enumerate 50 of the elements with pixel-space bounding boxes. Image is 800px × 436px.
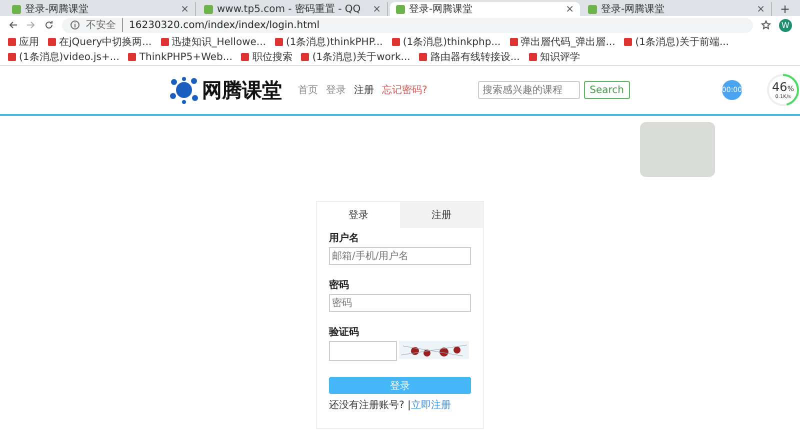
browser-tab[interactable]: 登录-网腾课堂 ×	[582, 2, 772, 16]
security-label: 不安全	[86, 18, 123, 32]
nav-link[interactable]: 登录	[326, 83, 346, 97]
bookmark[interactable]: 迅捷知识_Hellowe...	[160, 35, 266, 49]
browser-tab[interactable]: www.tp5.com - 密码重置 - QQ ×	[198, 2, 388, 16]
site-icon	[396, 4, 405, 14]
star-icon[interactable]	[761, 20, 771, 30]
nav-link[interactable]: 注册	[354, 83, 374, 97]
close-icon[interactable]: ×	[566, 4, 574, 14]
input-field[interactable]: 密码	[329, 294, 471, 312]
reload-icon[interactable]	[44, 20, 54, 30]
bookmark[interactable]: 知识评学	[528, 50, 580, 64]
bookmark[interactable]: 应用	[8, 35, 39, 49]
bookmark[interactable]: (1条消息)video.js+...	[8, 50, 120, 64]
close-icon[interactable]: ×	[180, 4, 189, 14]
site-logo: 网腾课堂	[202, 76, 282, 104]
site-icon	[204, 4, 213, 14]
bookmark[interactable]: 弹出層代码_弹出層...	[510, 35, 616, 49]
profile-avatar[interactable]: W	[779, 18, 792, 32]
close-icon[interactable]: ×	[756, 4, 765, 14]
bookmark[interactable]: (1条消息)thinkphp...	[392, 35, 501, 49]
browser-tab[interactable]: 登录-网腾课堂 ×	[390, 2, 580, 16]
field-label: 用户名	[329, 231, 360, 245]
search-field[interactable]: 搜索感兴趣的课程	[478, 81, 580, 99]
captcha-image[interactable]	[399, 341, 469, 359]
splash-logo-icon	[170, 76, 198, 104]
captcha-field[interactable]	[329, 341, 397, 361]
register-prompt: 还没有注册账号? |立即注册	[329, 398, 452, 412]
browser-tab[interactable]: 登录-网腾课堂 ×	[6, 2, 196, 16]
nav-link[interactable]: 首页	[298, 83, 318, 97]
form-tab[interactable]: 注册	[400, 202, 483, 228]
bookmark[interactable]: 在jQuery中切换两...	[48, 35, 152, 49]
input-field[interactable]: 邮箱/手机/用户名	[329, 247, 471, 265]
bookmark[interactable]: (1条消息)关于work...	[301, 50, 410, 64]
bookmark[interactable]: ThinkPHP5+Web...	[128, 50, 232, 64]
site-icon	[12, 4, 21, 14]
bookmark[interactable]: 职位搜索	[241, 50, 292, 64]
bookmark[interactable]: (1条消息)关于前端...	[624, 35, 729, 49]
close-icon[interactable]: ×	[372, 4, 381, 14]
field-label: 验证码	[329, 326, 360, 339]
nav-link[interactable]: 忘记密码?	[382, 83, 428, 97]
new-tab-button[interactable]: +	[774, 2, 796, 16]
address-bar[interactable]: 不安全 16230320.com/index/index/login.html	[62, 18, 753, 32]
back-icon[interactable]	[8, 20, 18, 30]
bookmark[interactable]: 路由器有线转接设...	[419, 50, 520, 64]
info-icon[interactable]	[70, 20, 80, 30]
site-icon	[588, 4, 597, 14]
url-text: 16230320.com/index/index/login.html	[129, 20, 320, 30]
field-label: 密码	[329, 278, 350, 292]
bookmark[interactable]: (1条消息)thinkPHP...	[274, 35, 383, 49]
